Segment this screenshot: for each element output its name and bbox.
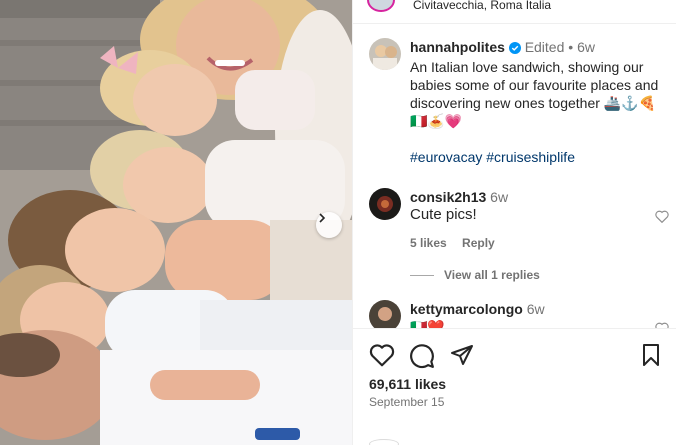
comment-time[interactable]: 6w: [490, 189, 508, 205]
likes-count[interactable]: 69,611 likes: [369, 376, 446, 392]
separator: •: [568, 39, 574, 55]
comment-likes[interactable]: 5 likes: [410, 236, 447, 250]
action-icons: [369, 343, 661, 369]
author-avatar-small[interactable]: [367, 0, 395, 12]
bookmark-icon[interactable]: [640, 343, 662, 372]
caption-username[interactable]: hannahpolites: [410, 39, 505, 55]
post-photo[interactable]: [0, 0, 352, 445]
comment-icon[interactable]: [409, 343, 435, 374]
reply-button[interactable]: Reply: [462, 236, 495, 250]
next-photo-button[interactable]: [316, 212, 342, 238]
share-icon[interactable]: [449, 343, 475, 372]
view-replies-button[interactable]: View all 1 replies: [410, 268, 540, 282]
caption-text: An Italian love sandwich, showing our ba…: [410, 59, 659, 111]
post-actions-bar: 69,611 likes September 15: [353, 328, 676, 445]
caption-emoji-line: 🇮🇹🍝💗: [410, 113, 463, 129]
comment-time[interactable]: 6w: [527, 301, 545, 317]
comment-username[interactable]: kettymarcolongo: [410, 301, 523, 317]
post-header: Civitavecchia, Roma Italia: [353, 0, 676, 24]
avatar[interactable]: [369, 188, 401, 220]
edited-label: Edited: [524, 39, 565, 55]
location-label[interactable]: Civitavecchia, Roma Italia: [413, 0, 551, 12]
comment-text: Cute pics!: [410, 206, 477, 223]
verified-badge-icon: [508, 40, 521, 58]
avatar[interactable]: [369, 38, 401, 70]
comment-username[interactable]: consik2h13: [410, 189, 486, 205]
post-details-panel: Civitavecchia, Roma Italia hannahpolites…: [352, 0, 676, 445]
replies-divider: [410, 274, 434, 276]
view-replies-label: View all 1 replies: [444, 268, 540, 282]
emoji-picker-button[interactable]: [369, 439, 399, 445]
heart-icon[interactable]: [369, 343, 395, 372]
caption-hashtags[interactable]: #eurovacay #cruiseshiplife: [410, 148, 670, 166]
caption-body: hannahpolites Edited • 6w An Italian lov…: [410, 38, 670, 166]
family-photo: [0, 0, 352, 445]
heart-icon[interactable]: [655, 210, 669, 228]
caption-time[interactable]: 6w: [577, 39, 595, 55]
post-date: September 15: [369, 395, 445, 409]
comment-body: consik2h13 6w Cute pics! 5 likes Reply: [410, 188, 670, 252]
